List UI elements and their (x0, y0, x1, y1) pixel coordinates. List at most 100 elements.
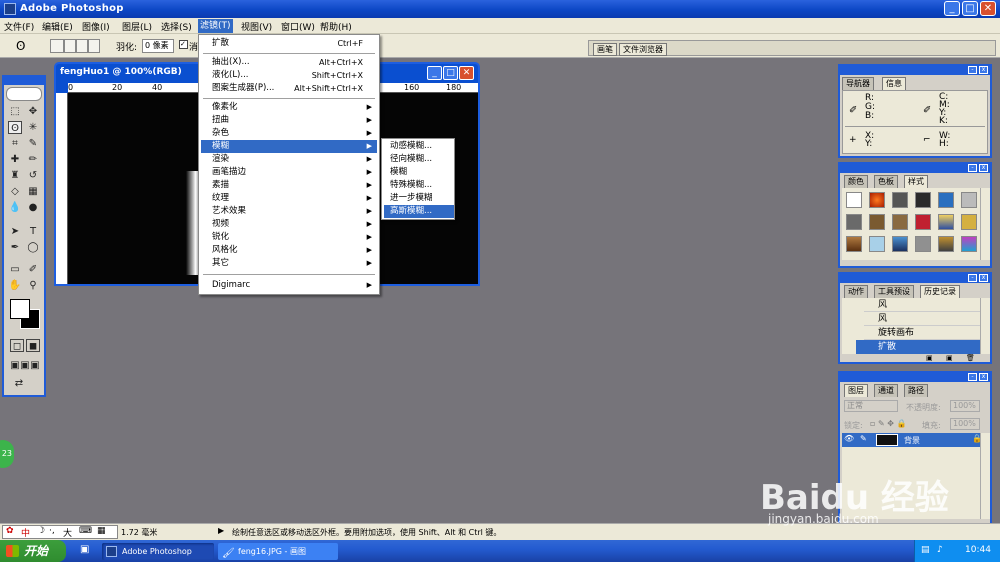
type-tool-icon[interactable]: T (26, 225, 40, 238)
history-item[interactable]: 风 (864, 312, 980, 326)
menu-item-blur-more[interactable]: 进一步模糊 (384, 192, 454, 205)
ime-menu-icon[interactable]: ▦ (97, 526, 106, 536)
menu-layer[interactable]: 图层(L) (122, 20, 152, 33)
ime-icon[interactable]: ✿ (6, 526, 14, 536)
opacity-input[interactable]: 100% (950, 400, 980, 412)
panel-minimize-icon[interactable]: - (968, 373, 977, 381)
menu-item-liquify[interactable]: 液化(L)... Shift+Ctrl+X (201, 69, 377, 82)
minimize-button[interactable]: _ (944, 1, 960, 16)
add-selection-icon[interactable] (64, 39, 76, 53)
menu-filter[interactable]: 滤镜(T) (198, 19, 233, 33)
scrollbar[interactable] (980, 433, 990, 519)
menu-item-sharpen[interactable]: 锐化 ▶ (201, 231, 377, 244)
menu-image[interactable]: 图像(I) (82, 20, 110, 33)
panel-close-icon[interactable]: x (979, 274, 988, 282)
menu-item-digimarc[interactable]: Digimarc ▶ (201, 279, 377, 292)
style-swatch[interactable] (961, 192, 977, 208)
menu-item-video[interactable]: 视频 ▶ (201, 218, 377, 231)
eye-visibility-icon[interactable]: 👁 (844, 434, 854, 443)
menu-select[interactable]: 选择(S) (161, 20, 192, 33)
panel-close-icon[interactable]: x (979, 164, 988, 172)
quickmask-mode-icon[interactable]: ◼ (26, 339, 40, 352)
start-button[interactable]: 开始 (0, 540, 66, 562)
feather-input[interactable]: 0 像素 (142, 39, 174, 53)
shape-tool-icon[interactable]: ◯ (26, 241, 40, 254)
panel-minimize-icon[interactable]: - (968, 274, 977, 282)
menu-item-pattern-maker[interactable]: 图案生成器(P)... Alt+Shift+Ctrl+X (201, 82, 377, 95)
style-swatch[interactable] (892, 192, 908, 208)
lasso-tool-icon[interactable]: ʘ (8, 121, 22, 134)
magic-wand-icon[interactable]: ✳ (26, 121, 40, 134)
blend-mode-select[interactable]: 正常 (844, 400, 898, 412)
menu-item-sketch[interactable]: 素描 ▶ (201, 179, 377, 192)
style-swatch[interactable] (869, 192, 885, 208)
style-swatch[interactable] (938, 214, 954, 230)
style-swatch[interactable] (938, 236, 954, 252)
palette-well-file-browser[interactable]: 文件浏览器 (619, 43, 667, 56)
blur-tool-icon[interactable]: 💧 (8, 201, 22, 214)
ime-language[interactable]: 中 (21, 526, 30, 539)
menu-item-blur[interactable]: 模糊 (384, 166, 454, 179)
layer-row-background[interactable]: 👁 ✎ 背景 🔒 (842, 433, 982, 447)
style-swatch[interactable] (892, 236, 908, 252)
path-select-icon[interactable]: ➤ (8, 225, 22, 238)
arrow-icon[interactable]: ▶ (218, 526, 224, 535)
quicklaunch-desktop-icon[interactable]: ▣ (80, 544, 89, 555)
task-photoshop[interactable]: Adobe Photoshop (102, 543, 214, 560)
hand-tool-icon[interactable]: ✋ (8, 279, 22, 292)
palette-well-brushes[interactable]: 画笔 (593, 43, 617, 56)
doc-maximize-button[interactable]: □ (443, 66, 458, 80)
menu-help[interactable]: 帮助(H) (320, 20, 352, 33)
ime-toolbar[interactable]: ✿ 中 ☽ ·, 大 ⌨ ▦ (2, 525, 118, 539)
panel-minimize-icon[interactable]: - (968, 164, 977, 172)
style-swatch[interactable] (846, 236, 862, 252)
menu-item-motion-blur[interactable]: 动感模糊... (384, 140, 454, 153)
menu-view[interactable]: 视图(V) (241, 20, 272, 33)
ime-fullwidth[interactable]: 大 (63, 526, 72, 539)
tab-actions[interactable]: 动作 (844, 285, 868, 298)
menu-file[interactable]: 文件(F) (4, 20, 34, 33)
tab-styles[interactable]: 样式 (904, 175, 928, 188)
style-swatch[interactable] (869, 236, 885, 252)
ime-punctuation[interactable]: ·, (49, 526, 55, 536)
progress-badge[interactable]: 23 (0, 440, 14, 468)
menu-item-render[interactable]: 渲染 ▶ (201, 153, 377, 166)
menu-item-artistic[interactable]: 艺术效果 ▶ (201, 205, 377, 218)
menu-item-pixelate[interactable]: 像素化 ▶ (201, 101, 377, 114)
tab-tool-presets[interactable]: 工具预设 (874, 285, 914, 298)
intersect-selection-icon[interactable] (88, 39, 100, 53)
menu-item-texture[interactable]: 纹理 ▶ (201, 192, 377, 205)
doc-close-button[interactable]: ✕ (459, 66, 474, 80)
jump-to-imageready-icon[interactable]: ⇄ (12, 377, 26, 390)
style-swatch[interactable] (892, 214, 908, 230)
screen-mode-full-icon[interactable]: ▣ (28, 359, 42, 372)
menu-window[interactable]: 窗口(W) (281, 20, 315, 33)
eyedropper-icon[interactable]: ✐ (26, 263, 40, 276)
tab-channels[interactable]: 通道 (874, 384, 898, 397)
style-swatch[interactable] (938, 192, 954, 208)
trash-icon[interactable]: 🗑 (966, 354, 975, 362)
menu-item-stylize[interactable]: 风格化 ▶ (201, 244, 377, 257)
tab-navigator[interactable]: 导航器 (842, 77, 874, 90)
fill-input[interactable]: 100% (950, 418, 980, 430)
notes-tool-icon[interactable]: ▭ (8, 263, 22, 276)
standard-mode-icon[interactable]: ◻ (10, 339, 24, 352)
history-item-current[interactable]: 扩散 (856, 340, 980, 354)
panel-minimize-icon[interactable]: - (968, 66, 977, 74)
panel-close-icon[interactable]: x (979, 66, 988, 74)
healing-brush-icon[interactable]: ✚ (8, 153, 22, 166)
task-paint[interactable]: 🖌 feng16.JPG - 画图 (218, 543, 338, 560)
pen-tool-icon[interactable]: ✒ (8, 241, 22, 254)
menu-item-gaussian-blur[interactable]: 高斯模糊... (384, 205, 454, 218)
photoshop-eye-icon[interactable] (6, 87, 42, 101)
lock-icons[interactable]: ▫ ✎ ✥ 🔒 (870, 419, 906, 428)
maximize-button[interactable]: □ (962, 1, 978, 16)
menu-item-noise[interactable]: 杂色 ▶ (201, 127, 377, 140)
style-swatch[interactable] (915, 214, 931, 230)
subtract-selection-icon[interactable] (76, 39, 88, 53)
zoom-tool-icon[interactable]: ⚲ (26, 279, 40, 292)
network-icon[interactable]: ▤ (921, 545, 930, 555)
style-swatch[interactable] (915, 192, 931, 208)
tab-info[interactable]: 信息 (882, 77, 906, 90)
tab-paths[interactable]: 路径 (904, 384, 928, 397)
